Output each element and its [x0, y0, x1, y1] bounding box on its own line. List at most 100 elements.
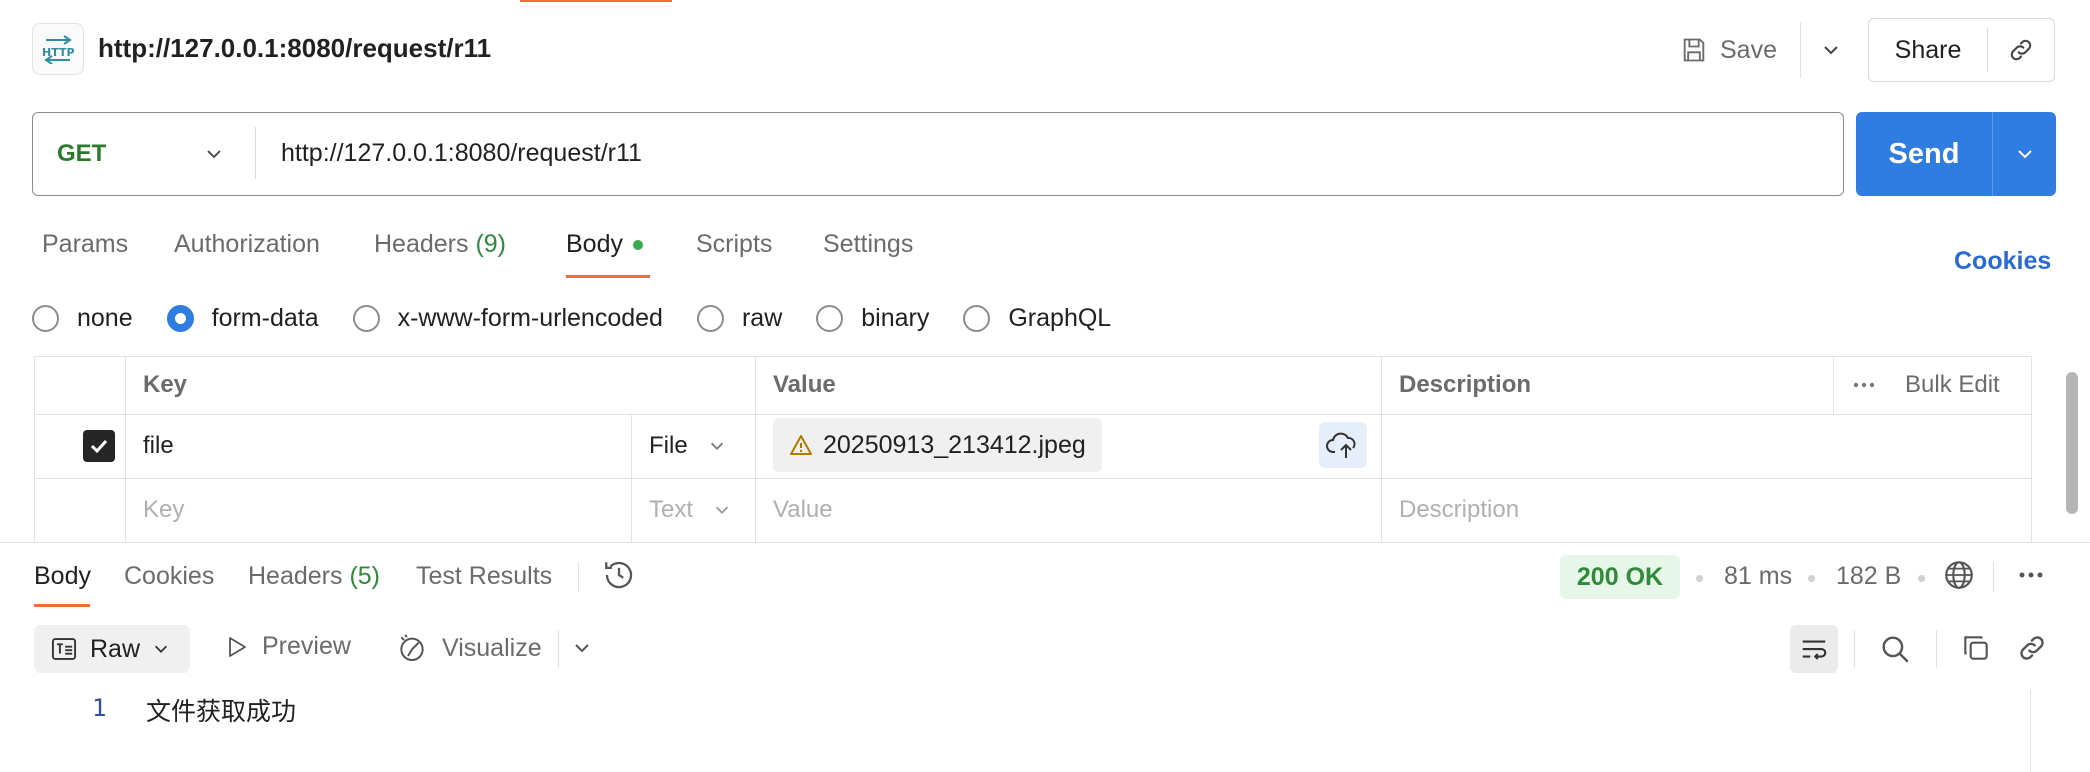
- link-icon[interactable]: [2016, 632, 2048, 664]
- cloud-upload-icon: [1326, 430, 1360, 460]
- column-header-key: Key: [143, 371, 188, 398]
- separator-dot: [1808, 575, 1815, 582]
- header-count: (5): [349, 562, 381, 590]
- http-icon: HTTP: [32, 23, 84, 75]
- request-title[interactable]: http://127.0.0.1:8080/request/r11: [98, 33, 491, 64]
- visualize-options-button[interactable]: [572, 638, 592, 658]
- wrap-text-icon: [1799, 634, 1829, 664]
- chevron-down-icon: [572, 638, 592, 658]
- svg-text:HTTP: HTTP: [42, 46, 75, 59]
- table-border: [1833, 356, 1834, 414]
- status-badge[interactable]: 200 OK: [1560, 555, 1680, 599]
- radio-circle: [816, 304, 844, 332]
- response-body-text[interactable]: 文件获取成功: [146, 692, 296, 728]
- tab-scripts[interactable]: Scripts: [696, 230, 772, 259]
- type-label: Text: [649, 496, 694, 523]
- column-header-value: Value: [773, 371, 836, 398]
- response-tab-test-results[interactable]: Test Results: [416, 562, 552, 591]
- header-count: (9): [475, 230, 507, 258]
- response-size[interactable]: 182 B: [1836, 562, 1901, 591]
- table-border: [755, 356, 756, 542]
- tab-label: Headers: [374, 230, 469, 258]
- active-tab-indicator: [520, 0, 672, 2]
- radio-label: raw: [741, 303, 783, 332]
- visualize-button[interactable]: Visualize: [396, 632, 542, 664]
- divider: [255, 127, 256, 179]
- response-tab-headers[interactable]: Headers (5): [248, 562, 380, 591]
- cookies-link[interactable]: Cookies: [1954, 247, 2051, 276]
- row-checkbox[interactable]: [83, 430, 115, 462]
- modified-dot: [632, 240, 643, 251]
- wrap-lines-button[interactable]: [1790, 625, 1838, 673]
- radio-graphql[interactable]: GraphQL: [963, 304, 1111, 333]
- radio-circle: [352, 304, 380, 332]
- tab-settings[interactable]: Settings: [823, 230, 913, 259]
- save-button[interactable]: Save: [1680, 30, 1777, 70]
- more-options-icon[interactable]: [1853, 356, 1875, 414]
- type-select[interactable]: File: [649, 414, 726, 478]
- globe-icon[interactable]: [1942, 558, 1976, 592]
- more-options-icon[interactable]: [2016, 560, 2046, 590]
- divider: [1800, 22, 1801, 78]
- scrollbar[interactable]: [2066, 372, 2078, 514]
- save-icon: [1680, 36, 1708, 64]
- table-border: [125, 356, 126, 542]
- panel-divider[interactable]: [0, 542, 2090, 543]
- tab-body[interactable]: Body: [566, 230, 643, 259]
- search-icon[interactable]: [1878, 632, 1912, 666]
- bulk-edit-button[interactable]: Bulk Edit: [1905, 356, 2000, 414]
- visualize-icon: [396, 632, 428, 664]
- response-tab-cookies[interactable]: Cookies: [124, 562, 214, 591]
- key-cell[interactable]: file: [143, 414, 174, 478]
- method-select[interactable]: GET: [57, 113, 106, 194]
- url-input[interactable]: http://127.0.0.1:8080/request/r11: [281, 113, 642, 194]
- radio-circle: [696, 304, 724, 332]
- upload-file-button[interactable]: [1319, 422, 1367, 468]
- tab-headers[interactable]: Headers (9): [374, 230, 506, 259]
- radio-raw[interactable]: raw: [696, 303, 783, 333]
- editor-edge: [2030, 690, 2031, 772]
- tab-params[interactable]: Params: [42, 230, 128, 259]
- chevron-down-icon: [152, 640, 170, 658]
- warning-icon: [789, 433, 813, 457]
- checkbox-checked: [83, 430, 115, 462]
- history-icon[interactable]: [602, 558, 636, 592]
- divider: [1993, 562, 1994, 592]
- divider: [558, 630, 559, 668]
- value-placeholder[interactable]: Value: [773, 478, 833, 542]
- divider: [1936, 630, 1937, 668]
- format-select[interactable]: Raw: [34, 625, 190, 673]
- preview-label: Preview: [262, 632, 351, 660]
- radio-circle: [963, 304, 991, 332]
- chevron-down-icon: [713, 501, 731, 519]
- save-options-button[interactable]: [1808, 26, 1854, 74]
- send-button[interactable]: Send: [1856, 112, 1992, 196]
- key-placeholder[interactable]: Key: [143, 478, 184, 542]
- copy-icon[interactable]: [1960, 632, 1992, 664]
- description-placeholder[interactable]: Description: [1399, 478, 1519, 542]
- chevron-down-icon: [1821, 40, 1841, 60]
- table-border: [631, 414, 632, 542]
- tab-authorization[interactable]: Authorization: [174, 230, 320, 259]
- chevron-down-icon[interactable]: [197, 137, 231, 171]
- radio-circle: [32, 304, 59, 332]
- copy-link-button[interactable]: [1988, 36, 2054, 64]
- text-format-icon: [50, 635, 78, 663]
- file-name: 20250913_213412.jpeg: [823, 430, 1086, 459]
- tab-label: Body: [566, 230, 623, 258]
- radio-none[interactable]: none: [32, 304, 133, 333]
- tab-label: Headers: [248, 562, 343, 590]
- file-chip[interactable]: 20250913_213412.jpeg: [773, 418, 1102, 472]
- radio-circle-selected: [166, 304, 194, 332]
- radio-x-www-form-urlencoded[interactable]: x-www-form-urlencoded: [352, 304, 663, 333]
- radio-form-data[interactable]: form-data: [166, 304, 319, 333]
- radio-binary[interactable]: binary: [816, 304, 929, 333]
- type-select[interactable]: Text: [649, 478, 731, 542]
- response-time[interactable]: 81 ms: [1724, 562, 1792, 591]
- radio-label: none: [77, 303, 133, 332]
- preview-button[interactable]: Preview: [226, 632, 351, 661]
- table-border: [35, 356, 2031, 357]
- response-tab-body[interactable]: Body: [34, 562, 91, 591]
- send-options-button[interactable]: [1993, 112, 2056, 196]
- share-button[interactable]: Share: [1869, 36, 1987, 65]
